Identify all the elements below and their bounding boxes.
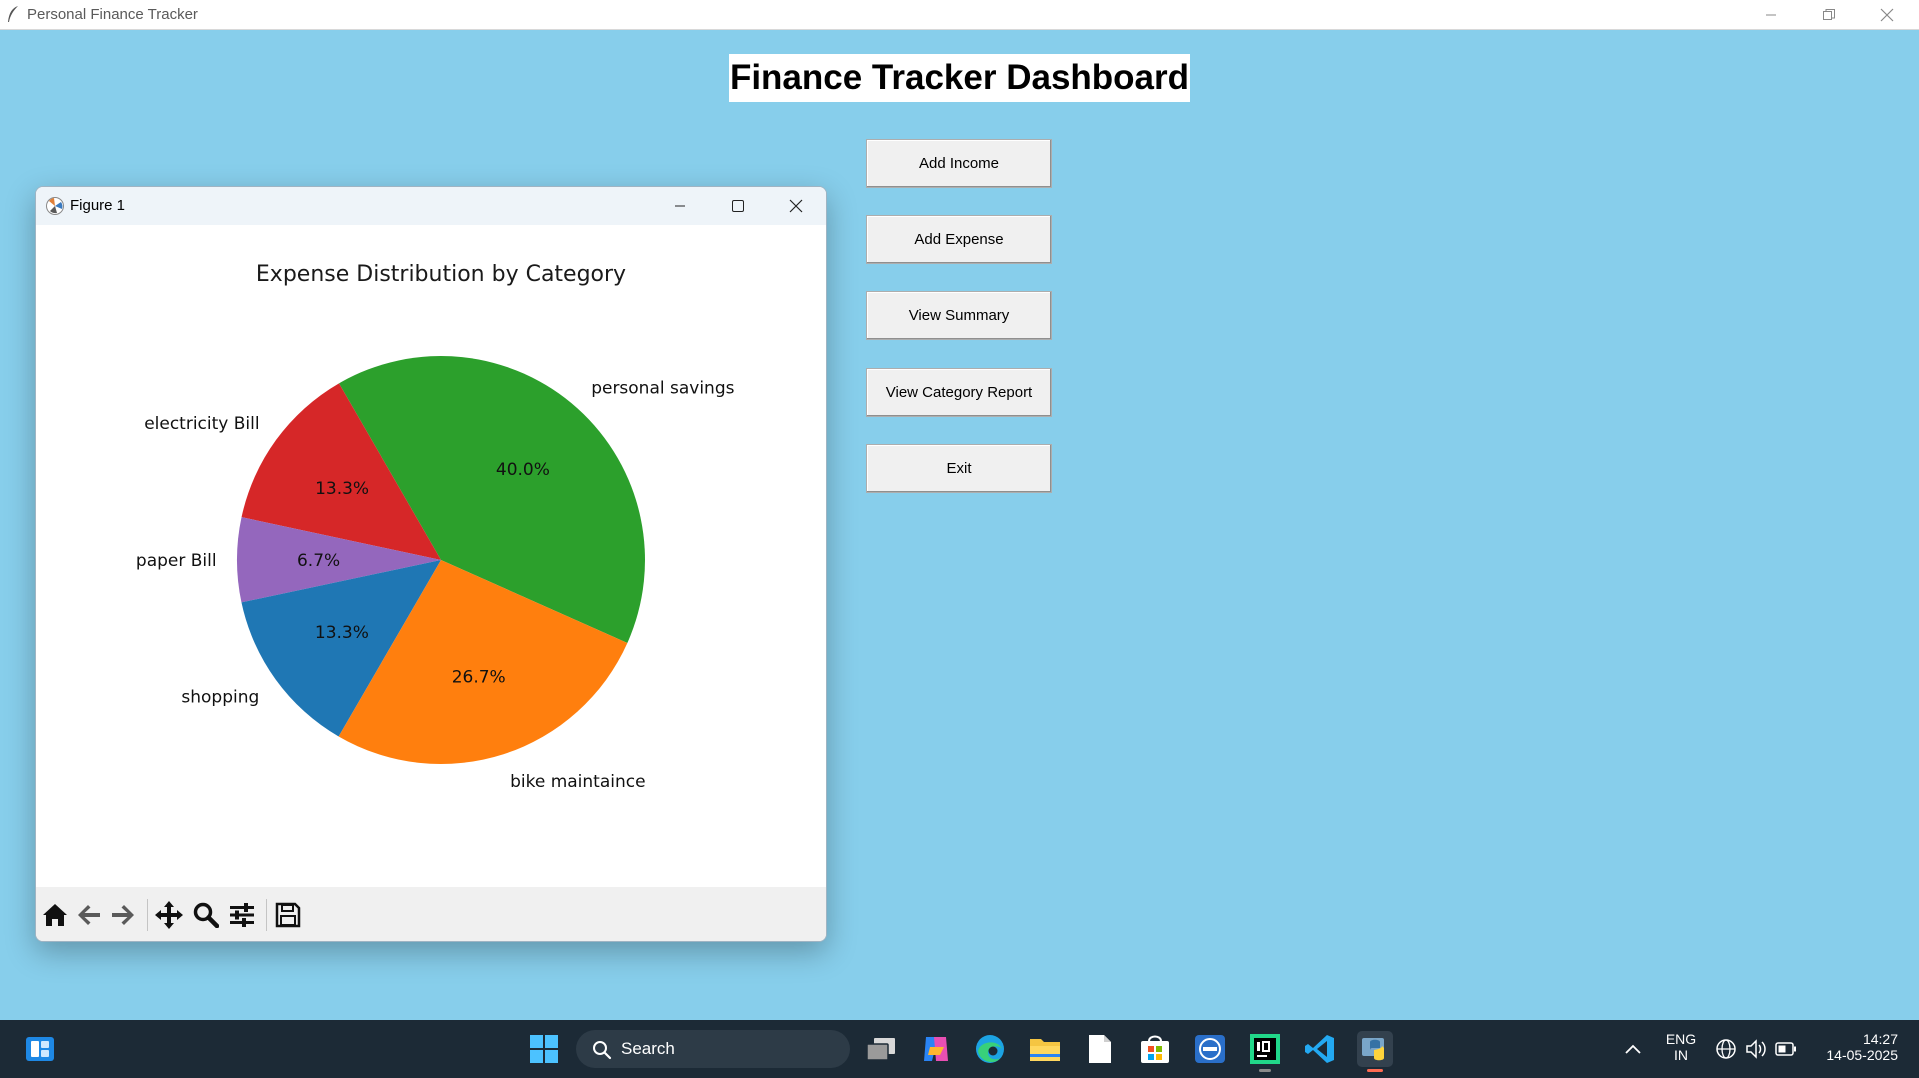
minimize-icon xyxy=(675,205,685,207)
search-label: Search xyxy=(621,1039,675,1058)
pie-category-label: shopping xyxy=(181,687,259,707)
taskbar-search[interactable]: Search xyxy=(576,1030,850,1068)
edge-icon xyxy=(976,1035,1004,1063)
volume-button[interactable] xyxy=(1742,1031,1770,1067)
save-icon xyxy=(275,902,301,928)
zoom-button[interactable] xyxy=(191,900,221,930)
forward-button[interactable] xyxy=(108,900,138,930)
pie-category-label: electricity Bill xyxy=(144,414,259,434)
close-icon xyxy=(789,199,803,213)
file-explorer-button[interactable] xyxy=(1027,1031,1063,1067)
chevron-up-icon xyxy=(1625,1044,1641,1054)
exit-button[interactable]: Exit xyxy=(866,444,1052,493)
restore-icon xyxy=(1823,8,1835,20)
notepad-button[interactable] xyxy=(1082,1031,1118,1067)
pie-percent-label: 6.7% xyxy=(297,551,340,571)
python-app-icon xyxy=(1362,1038,1384,1061)
dell-button[interactable] xyxy=(1192,1031,1228,1067)
battery-icon xyxy=(1775,1042,1796,1056)
configure-subplots-button[interactable] xyxy=(227,900,257,930)
configure-subplots-icon xyxy=(230,903,254,927)
figure-window[interactable]: Figure 1 Expense Distribution by Categor… xyxy=(35,186,827,942)
task-view-button[interactable] xyxy=(863,1031,899,1067)
pie-percent-label: 26.7% xyxy=(452,667,506,687)
python-app-button[interactable] xyxy=(1357,1031,1393,1072)
dashboard-title: Finance Tracker Dashboard xyxy=(729,54,1190,102)
edge-button[interactable] xyxy=(972,1031,1008,1067)
language-region: IN xyxy=(1674,1047,1688,1063)
pie-percent-label: 13.3% xyxy=(315,479,369,499)
save-button[interactable] xyxy=(273,900,303,930)
feather-icon xyxy=(8,6,18,22)
start-icon xyxy=(530,1035,558,1063)
figure-minimize-button[interactable] xyxy=(651,187,709,225)
close-icon xyxy=(1880,8,1894,21)
language-code: ENG xyxy=(1665,1031,1697,1047)
minimize-button[interactable] xyxy=(1742,0,1800,29)
file-explorer-icon xyxy=(1030,1039,1060,1061)
home-icon xyxy=(43,904,67,926)
home-button[interactable] xyxy=(40,900,70,930)
app-window-title: Personal Finance Tracker xyxy=(27,6,198,23)
desktop-screen: Personal Finance Tracker Finance Tracker… xyxy=(0,0,1919,1078)
zoom-icon xyxy=(193,902,219,928)
pycharm-icon xyxy=(1250,1034,1280,1064)
start-button[interactable] xyxy=(526,1031,562,1067)
vscode-icon xyxy=(1305,1035,1334,1063)
pie-percent-label: 13.3% xyxy=(315,623,369,643)
pan-button[interactable] xyxy=(154,900,184,930)
matplotlib-logo-icon xyxy=(46,197,64,215)
chart-title: Expense Distribution by Category xyxy=(256,262,626,287)
microsoft-store-button[interactable] xyxy=(1137,1031,1173,1067)
clock-date: 14-05-2025 xyxy=(1826,1047,1898,1063)
clock[interactable]: 14:27 14-05-2025 xyxy=(1810,1031,1910,1063)
copilot-icon xyxy=(924,1037,948,1061)
add-income-button[interactable]: Add Income xyxy=(866,139,1052,188)
minimize-icon xyxy=(1766,14,1776,15)
back-button[interactable] xyxy=(74,900,104,930)
pie-chart: Expense Distribution by Category 40.0% pe… xyxy=(136,262,735,792)
microsoft-store-icon xyxy=(1141,1035,1169,1063)
maximize-icon xyxy=(732,200,744,212)
network-globe-icon xyxy=(1716,1039,1736,1059)
taskbar: Search ENG IN 14:27 14-05-2025 xyxy=(0,1020,1919,1078)
app-title-bar[interactable]: Personal Finance Tracker xyxy=(0,0,1919,30)
pan-icon xyxy=(155,901,183,929)
copilot-button[interactable] xyxy=(918,1031,954,1067)
close-button[interactable] xyxy=(1858,0,1916,29)
clock-time: 14:27 xyxy=(1862,1031,1898,1047)
figure-title: Figure 1 xyxy=(70,197,126,214)
pie-category-label: paper Bill xyxy=(136,551,217,571)
view-summary-button[interactable]: View Summary xyxy=(866,291,1052,340)
dell-icon xyxy=(1195,1035,1225,1063)
task-view-icon xyxy=(866,1038,895,1061)
notepad-icon xyxy=(1089,1035,1111,1063)
navigation-toolbar xyxy=(36,887,826,941)
add-expense-button[interactable]: Add Expense xyxy=(866,215,1052,264)
figure-title-bar[interactable]: Figure 1 xyxy=(36,187,826,225)
battery-button[interactable] xyxy=(1772,1031,1800,1067)
pycharm-button[interactable] xyxy=(1247,1031,1283,1072)
vscode-button[interactable] xyxy=(1302,1031,1338,1067)
widgets-button[interactable] xyxy=(22,1031,58,1067)
pie-percent-label: 40.0% xyxy=(496,460,550,480)
search-icon xyxy=(593,1041,612,1060)
pie-category-label: bike maintaince xyxy=(510,772,645,792)
plot-canvas[interactable]: Expense Distribution by Category 40.0% pe… xyxy=(36,225,826,888)
view-category-report-button[interactable]: View Category Report xyxy=(866,368,1052,417)
network-button[interactable] xyxy=(1712,1031,1740,1067)
speaker-icon xyxy=(1746,1039,1766,1059)
back-arrow-icon xyxy=(78,905,100,925)
forward-arrow-icon xyxy=(112,905,134,925)
figure-close-button[interactable] xyxy=(767,187,825,225)
pie-category-label: personal savings xyxy=(591,378,734,398)
show-hidden-icons-button[interactable] xyxy=(1616,1031,1650,1067)
restore-button[interactable] xyxy=(1800,0,1858,29)
widgets-icon xyxy=(26,1037,54,1061)
figure-maximize-button[interactable] xyxy=(709,187,767,225)
language-indicator[interactable]: ENG IN xyxy=(1660,1031,1702,1063)
